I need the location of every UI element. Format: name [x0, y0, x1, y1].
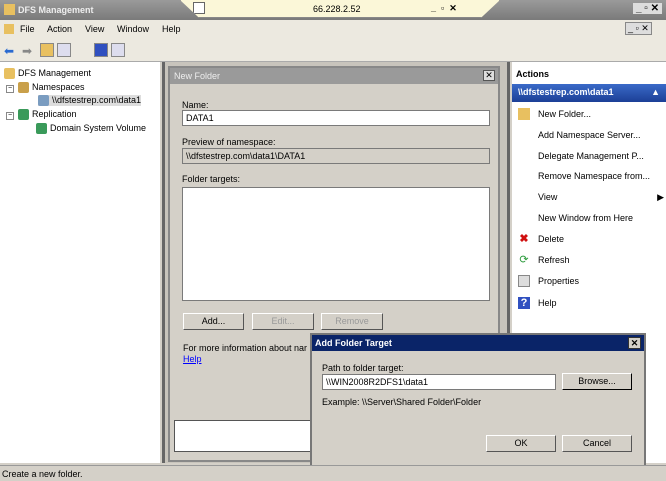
tree-root[interactable]: DFS Management — [4, 68, 92, 80]
rdp-bar: 66.228.2.52 _ ▫ ✕ — [180, 0, 500, 18]
menu-view[interactable]: View — [85, 24, 104, 34]
edit-button: Edit... — [252, 313, 314, 330]
action-label: Add Namespace Server... — [538, 130, 641, 140]
menu-window[interactable]: Window — [117, 24, 149, 34]
new-folder-icon — [518, 108, 530, 120]
dfs-icon — [4, 68, 15, 80]
collapse-icon[interactable]: − — [6, 85, 14, 93]
tree-replication-item-label: Domain System Volume — [50, 123, 147, 133]
new-folder-titlebar: New Folder ✕ — [170, 68, 498, 84]
window-controls[interactable]: _ ▫ ✕ — [632, 3, 662, 14]
child-window-controls[interactable]: _ ▫ ✕ — [625, 22, 652, 35]
tree-namespace-item-label: \\dfstestrep.com\data1 — [52, 95, 142, 105]
mmc-icon — [4, 24, 14, 34]
action-label: Properties — [538, 276, 580, 286]
status-text: Create a new folder. — [2, 469, 83, 479]
delete-icon: ✖ — [519, 233, 529, 245]
app-icon — [4, 4, 15, 15]
show-hide-action-icon[interactable] — [111, 43, 125, 57]
menu-help[interactable]: Help — [162, 24, 181, 34]
name-label: Name: — [182, 100, 209, 110]
folder-targets-label: Folder targets: — [182, 174, 241, 184]
action-label: Delete — [538, 234, 565, 244]
forward-icon[interactable]: ➡ — [22, 44, 32, 58]
action-help[interactable]: ? Help — [512, 293, 666, 313]
tree-namespace-item[interactable]: \\dfstestrep.com\data1 — [38, 95, 142, 107]
action-label: Remove Namespace from... — [538, 171, 651, 181]
action-delegate-management[interactable]: Delegate Management P... — [512, 146, 666, 166]
action-properties[interactable]: Properties — [512, 271, 666, 291]
help-link[interactable]: Help — [183, 354, 202, 364]
action-label: New Window from Here — [538, 213, 634, 223]
close-icon[interactable]: ✕ — [628, 337, 641, 349]
actions-section-label: \\dfstestrep.com\data1 — [518, 87, 614, 97]
close-icon[interactable]: ✕ — [483, 70, 495, 81]
action-view[interactable]: View ▶ — [512, 187, 666, 207]
menu-bar: File Action View Window Help _ ▫ ✕ — [0, 20, 666, 38]
up-icon[interactable] — [40, 43, 54, 57]
tree-namespaces[interactable]: − Namespaces — [6, 82, 85, 94]
tree-namespaces-label: Namespaces — [32, 82, 85, 92]
menu-file[interactable]: File — [20, 24, 35, 34]
replication-icon — [18, 109, 29, 121]
action-new-window[interactable]: New Window from Here — [512, 208, 666, 228]
action-remove-namespace[interactable]: Remove Namespace from... — [512, 166, 666, 186]
rdp-controls[interactable]: _ ▫ ✕ — [431, 3, 457, 14]
action-label: New Folder... — [538, 109, 592, 119]
remove-button: Remove — [321, 313, 383, 330]
show-hide-tree-icon[interactable] — [57, 43, 71, 57]
preview-field: \\dfstestrep.com\data1\DATA1 — [182, 148, 490, 164]
submenu-arrow-icon: ▶ — [657, 192, 664, 202]
preview-label: Preview of namespace: — [182, 137, 276, 147]
collapse-icon[interactable]: − — [6, 112, 14, 120]
path-label: Path to folder target: — [322, 363, 404, 373]
refresh-icon: ⟳ — [519, 254, 529, 266]
help-icon: ? — [518, 297, 530, 309]
status-bar: Create a new folder. — [0, 465, 666, 481]
tree-root-label: DFS Management — [18, 68, 92, 78]
tree-replication[interactable]: − Replication — [6, 109, 77, 121]
tree-replication-label: Replication — [32, 109, 77, 119]
back-icon[interactable]: ⬅ — [4, 44, 14, 58]
cancel-button[interactable]: Cancel — [562, 435, 632, 452]
add-folder-target-dialog: Add Folder Target ✕ Path to folder targe… — [310, 333, 646, 479]
folder-targets-list[interactable] — [182, 187, 490, 301]
replication-group-icon — [36, 123, 47, 135]
rdp-address: 66.228.2.52 — [313, 4, 361, 14]
properties-icon — [518, 275, 530, 287]
info-text: For more information about nar — [183, 343, 308, 353]
action-label: Delegate Management P... — [538, 151, 644, 161]
add-target-titlebar: Add Folder Target ✕ — [312, 335, 644, 351]
action-new-folder[interactable]: New Folder... — [512, 104, 666, 124]
action-label: View — [538, 192, 558, 202]
pin-icon[interactable] — [193, 2, 205, 14]
menu-action[interactable]: Action — [47, 24, 72, 34]
action-label: Help — [538, 298, 557, 308]
window-title: DFS Management — [18, 5, 94, 15]
collapse-up-icon[interactable]: ▲ — [651, 87, 660, 97]
tree-replication-item[interactable]: Domain System Volume — [36, 123, 147, 135]
name-input[interactable]: DATA1 — [182, 110, 490, 126]
actions-section-header[interactable]: \\dfstestrep.com\data1 ▲ — [512, 84, 666, 102]
toolbar: ⬅ ➡ — [0, 38, 666, 62]
action-add-namespace-server[interactable]: Add Namespace Server... — [512, 125, 666, 145]
action-delete[interactable]: ✖ Delete — [512, 229, 666, 249]
console-tree: DFS Management − Namespaces \\dfstestrep.… — [0, 62, 160, 463]
add-target-title: Add Folder Target — [315, 338, 392, 348]
ok-button[interactable]: OK — [486, 435, 556, 452]
namespaces-icon — [18, 82, 29, 94]
action-refresh[interactable]: ⟳ Refresh — [512, 250, 666, 270]
new-folder-title: New Folder — [174, 71, 221, 81]
description-box — [174, 420, 324, 452]
actions-header: Actions — [516, 69, 550, 79]
help-icon[interactable] — [94, 43, 108, 57]
browse-button[interactable]: Browse... — [562, 373, 632, 390]
add-button[interactable]: Add... — [183, 313, 244, 330]
namespace-icon — [38, 95, 49, 107]
path-input[interactable]: \\WIN2008R2DFS1\data1 — [322, 374, 556, 390]
action-label: Refresh — [538, 255, 570, 265]
example-text: Example: \\Server\Shared Folder\Folder — [322, 397, 482, 407]
